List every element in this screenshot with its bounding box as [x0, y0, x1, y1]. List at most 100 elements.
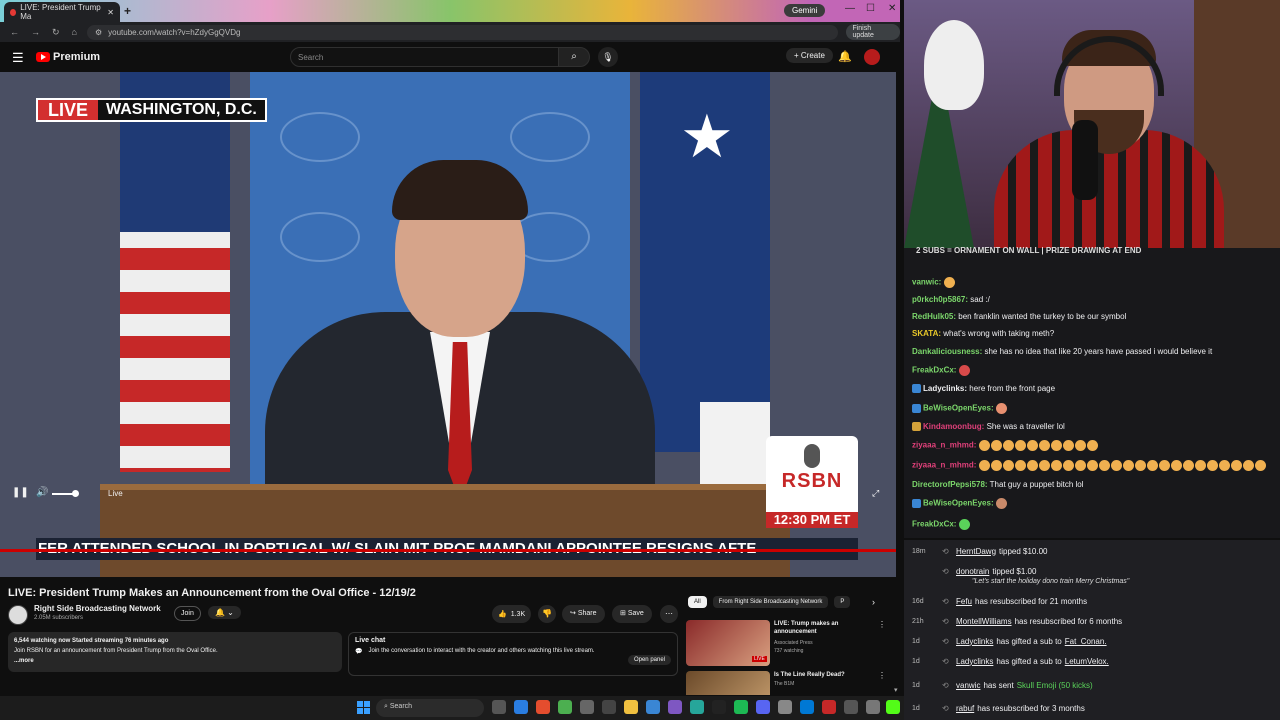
chat-username[interactable]: vanwic: — [912, 278, 941, 287]
chat-username[interactable]: FreakDxCx: — [912, 520, 956, 529]
task-view-icon[interactable] — [492, 700, 506, 714]
chip-all[interactable]: All — [688, 596, 707, 608]
app-icon[interactable] — [866, 700, 880, 714]
file-explorer-icon[interactable] — [624, 700, 638, 714]
description-more[interactable]: ...more — [14, 656, 336, 666]
autoplay-toggle-icon[interactable]: ◐ — [775, 488, 780, 498]
menu-icon[interactable]: ☰ — [12, 50, 24, 66]
open-panel-button[interactable]: Open panel — [627, 655, 671, 665]
edge-icon[interactable] — [514, 700, 528, 714]
chat-username[interactable]: BeWiseOpenEyes: — [923, 499, 994, 508]
event-user[interactable]: vanwic — [956, 681, 980, 690]
back-icon[interactable]: ← — [10, 27, 19, 38]
chrome-icon[interactable] — [536, 700, 550, 714]
app-icon[interactable] — [844, 700, 858, 714]
app-icon[interactable] — [668, 700, 682, 714]
save-button[interactable]: ⊞ Save — [612, 605, 652, 623]
share-button[interactable]: ↪ Share — [562, 605, 605, 623]
event-user[interactable]: Fefu — [956, 597, 972, 606]
youtube-logo[interactable]: Premium — [36, 51, 100, 63]
more-options-icon[interactable]: ⋮ — [878, 671, 886, 680]
new-tab-icon[interactable]: + — [124, 4, 131, 18]
video-thumbnail[interactable] — [686, 671, 770, 695]
site-info-icon[interactable]: ⚙ — [95, 28, 102, 37]
event-user[interactable]: donotrain — [956, 567, 989, 576]
app-icon[interactable] — [602, 700, 616, 714]
like-button[interactable]: 👍 1.3K — [492, 605, 532, 623]
chat-username[interactable]: FreakDxCx: — [912, 366, 956, 375]
discord-icon[interactable] — [756, 700, 770, 714]
windows-start-icon[interactable] — [357, 701, 370, 714]
channel-avatar[interactable] — [8, 605, 28, 625]
microphone-icon[interactable]: 🎙 — [598, 47, 618, 67]
channel-name[interactable]: Right Side Broadcasting Network — [34, 604, 161, 613]
minimize-icon[interactable]: — — [845, 3, 855, 14]
chat-username[interactable]: Kindamoonbug: — [923, 422, 984, 431]
scroll-down-icon[interactable]: ▾ — [894, 686, 898, 694]
dislike-button[interactable]: 👎 — [538, 605, 556, 623]
chat-username[interactable]: Ladyclinks: — [923, 384, 967, 393]
url-field[interactable]: ⚙ youtube.com/watch?v=hZdyGgQVDg — [86, 24, 839, 40]
chip-other[interactable]: P — [834, 596, 851, 608]
chat-username[interactable]: p0rkch0p5867: — [912, 295, 968, 304]
subscribed-bell-button[interactable]: 🔔 ⌄ — [208, 606, 241, 619]
app-icon[interactable] — [800, 700, 814, 714]
search-icon[interactable]: ⌕ — [558, 47, 590, 67]
event-recipient[interactable]: LetumVelox. — [1065, 657, 1109, 666]
forward-icon[interactable]: → — [31, 27, 40, 38]
volume-icon[interactable]: 🔊 — [36, 487, 48, 498]
video-thumbnail[interactable]: LIVE — [686, 620, 770, 666]
chevron-right-icon[interactable]: › — [872, 597, 875, 607]
video-player[interactable]: ★ LIVE WASHINGTON, D.C. RSBN 12:30 PM ET… — [0, 72, 896, 577]
chip-channel[interactable]: From Right Side Broadcasting Network — [712, 596, 829, 608]
app-icon[interactable] — [646, 700, 660, 714]
close-tab-icon[interactable]: ✕ — [107, 8, 114, 17]
recommendation-item[interactable]: Is The Line Really Dead? The B1M ⋮ — [686, 671, 890, 695]
taskbar-search[interactable]: ⌕ Search — [376, 699, 484, 717]
obs-icon[interactable] — [712, 700, 726, 714]
event-user[interactable]: Ladyclinks — [956, 657, 993, 666]
app-icon[interactable] — [822, 700, 836, 714]
finish-update-button[interactable]: Finish update — [846, 24, 900, 40]
live-indicator[interactable]: Live — [108, 489, 123, 498]
create-button[interactable]: + Create — [786, 48, 833, 63]
event-user[interactable]: rabuf — [956, 704, 974, 713]
more-actions-icon[interactable]: ⋯ — [660, 605, 678, 623]
chat-username[interactable]: ziyaaa_n_mhmd: — [912, 441, 976, 450]
search-input[interactable]: Search — [290, 47, 560, 67]
kick-icon[interactable] — [886, 700, 900, 714]
recommendation-item[interactable]: LIVE LIVE: Trump makes an announcement A… — [686, 620, 890, 666]
fullscreen-icon[interactable]: ⤢ — [872, 488, 879, 499]
event-user[interactable]: Ladyclinks — [956, 637, 993, 646]
app-icon[interactable] — [580, 700, 594, 714]
volume-knob[interactable] — [72, 490, 79, 497]
account-avatar[interactable] — [864, 49, 880, 65]
event-user[interactable]: HerntDawg — [956, 547, 996, 556]
notifications-icon[interactable]: 🔔 — [838, 50, 852, 63]
reload-icon[interactable]: ↻ — [52, 27, 60, 38]
progress-bar[interactable] — [0, 549, 896, 552]
gemini-button[interactable]: Gemini — [784, 4, 826, 17]
home-icon[interactable]: ⌂ — [72, 27, 77, 38]
app-icon[interactable] — [690, 700, 704, 714]
chat-username[interactable]: Dankaliciousness: — [912, 347, 982, 356]
join-button[interactable]: Join — [174, 606, 201, 621]
event-user[interactable]: MontellWilliams — [956, 617, 1012, 626]
settings-icon[interactable]: ⚙ — [823, 488, 831, 499]
description-box[interactable]: 6,544 watching now Started streaming 76 … — [8, 632, 342, 672]
theater-mode-icon[interactable]: ▭ — [846, 488, 855, 499]
more-options-icon[interactable]: ⋮ — [878, 620, 886, 629]
spotify-icon[interactable] — [734, 700, 748, 714]
app-icon[interactable] — [558, 700, 572, 714]
chat-username[interactable]: SKATA: — [912, 329, 941, 338]
pause-icon[interactable]: ❚❚ — [12, 487, 29, 498]
chat-username[interactable]: DirectorofPepsi578: — [912, 480, 988, 489]
maximize-icon[interactable]: ☐ — [866, 3, 875, 14]
app-icon[interactable] — [778, 700, 792, 714]
chat-username[interactable]: RedHulk05: — [912, 312, 956, 321]
chat-username[interactable]: BeWiseOpenEyes: — [923, 404, 994, 413]
close-window-icon[interactable]: ✕ — [888, 3, 896, 14]
captions-icon[interactable]: ▭ — [799, 488, 808, 499]
event-recipient[interactable]: Fat_Conan. — [1065, 637, 1107, 646]
browser-tab[interactable]: LIVE: President Trump Ma ✕ — [4, 2, 120, 22]
